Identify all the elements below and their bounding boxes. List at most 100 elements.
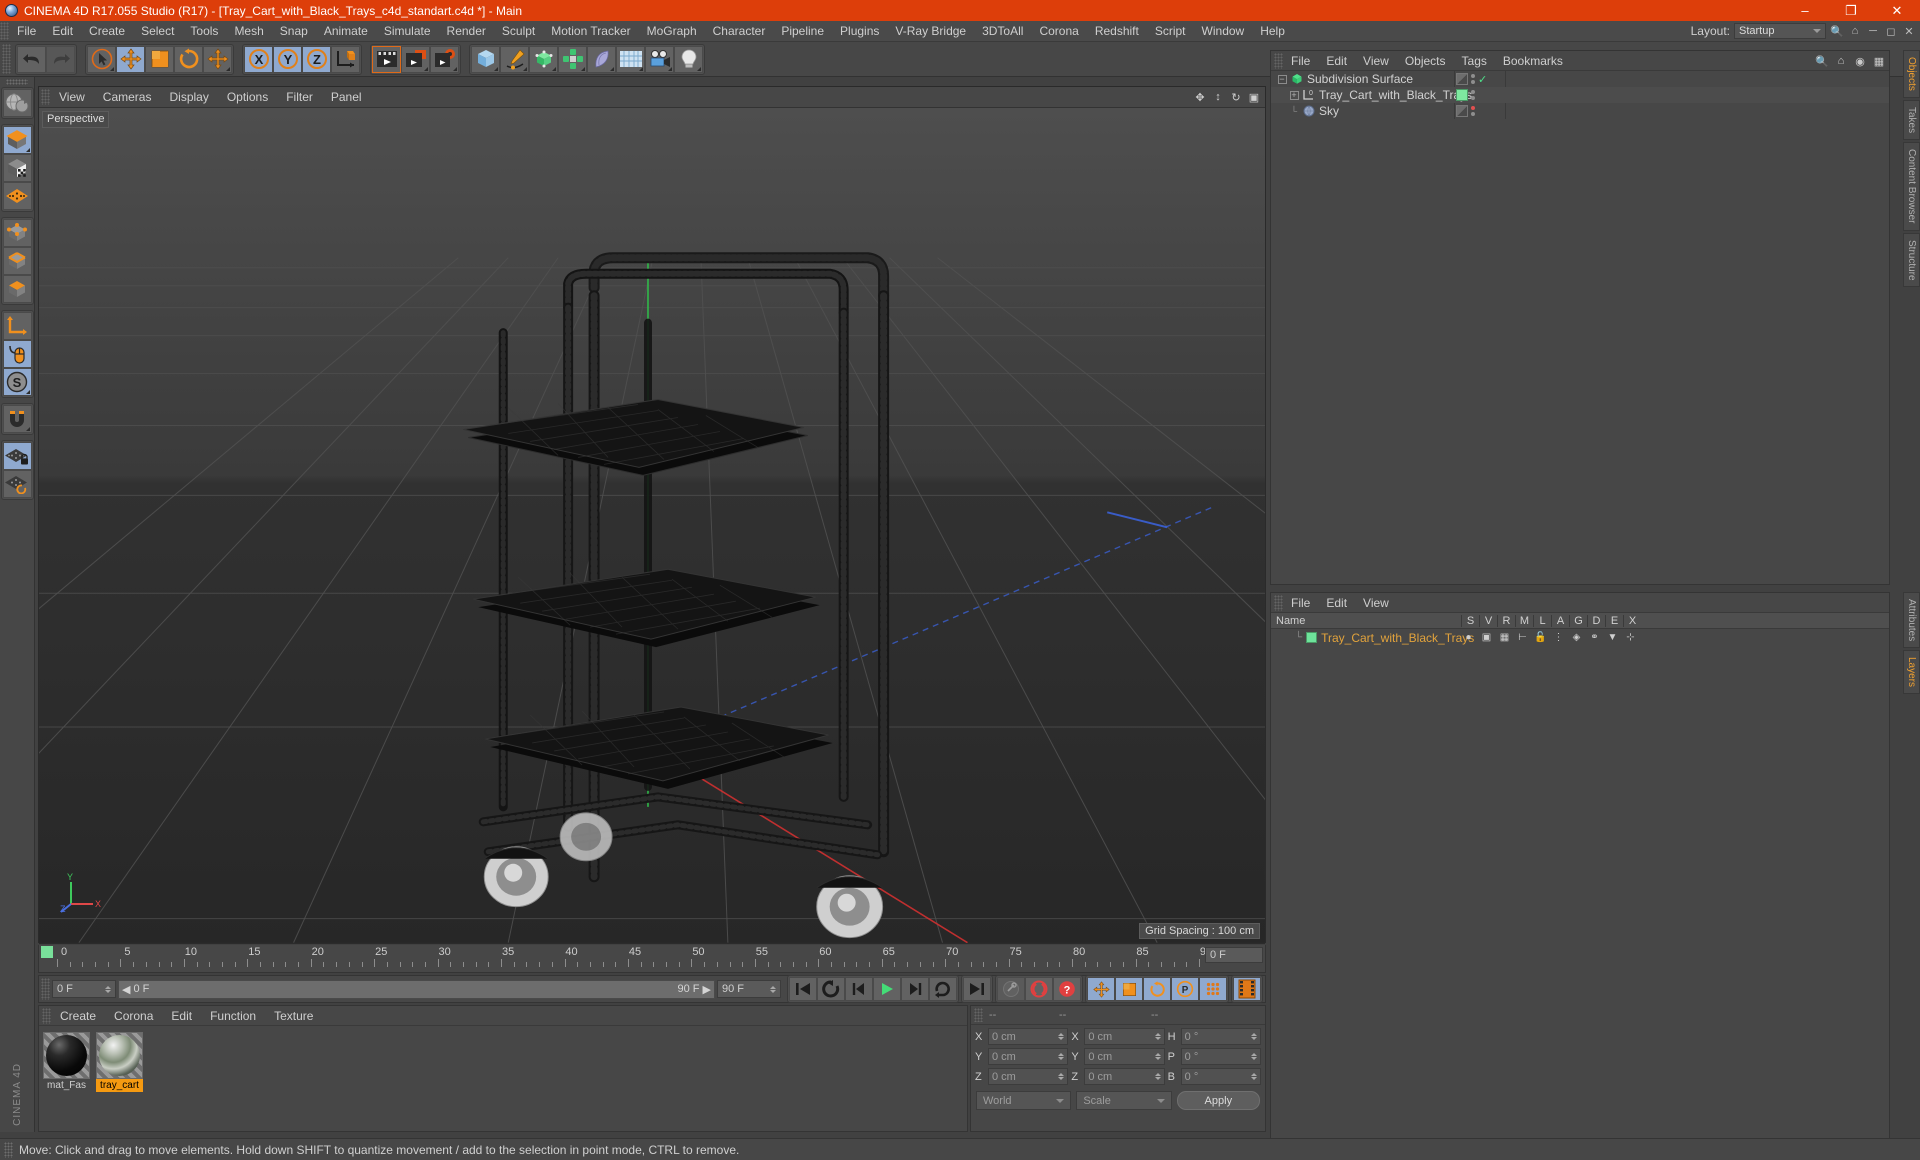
render-view-button[interactable]: [372, 45, 401, 73]
size-x-input[interactable]: 0 cm: [1084, 1028, 1165, 1045]
status-bar-grip[interactable]: [4, 1141, 13, 1158]
live-selection-tool[interactable]: [87, 45, 116, 73]
maximize-button[interactable]: ❐: [1828, 0, 1874, 21]
viewport-menu-cameras[interactable]: Cameras: [94, 87, 161, 108]
layer-menu-file[interactable]: File: [1283, 593, 1318, 613]
material-tag-icon[interactable]: [1456, 89, 1468, 101]
menu-item-character[interactable]: Character: [705, 21, 774, 42]
world-coordinate-system-button[interactable]: [331, 45, 360, 73]
material-thumbnail[interactable]: [96, 1032, 143, 1079]
right-tab-attributes[interactable]: Attributes: [1903, 592, 1920, 649]
material-menu-function[interactable]: Function: [201, 1006, 265, 1026]
size-y-input[interactable]: 0 cm: [1084, 1048, 1165, 1065]
viewport-menu-display[interactable]: Display: [160, 87, 217, 108]
undo-button[interactable]: [17, 45, 46, 73]
coordinate-system-select[interactable]: World: [976, 1091, 1072, 1110]
search-icon[interactable]: 🔍: [1815, 54, 1829, 68]
menu-item-plugins[interactable]: Plugins: [832, 21, 887, 42]
viewport-menu-filter[interactable]: Filter: [277, 87, 322, 108]
scale-key-button[interactable]: [1115, 977, 1143, 1001]
object-name[interactable]: Sky: [1319, 104, 1339, 118]
point-level-animation-button[interactable]: [1199, 977, 1227, 1001]
stepper[interactable]: [1247, 1053, 1257, 1060]
deformers-flag-icon[interactable]: ⚭: [1587, 632, 1602, 643]
layer-name[interactable]: Tray_Cart_with_Black_Trays: [1321, 631, 1474, 645]
rotation-p-input[interactable]: 0 °: [1180, 1048, 1261, 1065]
object-menu-objects[interactable]: Objects: [1397, 51, 1454, 71]
close-button[interactable]: ✕: [1874, 0, 1920, 21]
rotation-h-input[interactable]: 0 °: [1180, 1028, 1261, 1045]
add-environment-button[interactable]: [616, 45, 645, 73]
maximize-panel-icon[interactable]: ◻: [1884, 24, 1898, 38]
coordinate-mode-select[interactable]: Scale: [1076, 1091, 1172, 1110]
maximize-view-icon[interactable]: ▣: [1247, 90, 1261, 104]
menu-item-render[interactable]: Render: [439, 21, 494, 42]
undo-view-button[interactable]: [2, 89, 32, 117]
menu-item-sculpt[interactable]: Sculpt: [494, 21, 543, 42]
stepper[interactable]: [1054, 1033, 1065, 1040]
viewport-menu-options[interactable]: Options: [218, 87, 277, 108]
viewport-menu-view[interactable]: View: [50, 87, 94, 108]
layer-menu-view[interactable]: View: [1355, 593, 1397, 613]
layer-menu-edit[interactable]: Edit: [1318, 593, 1355, 613]
right-tab-structure[interactable]: Structure: [1903, 232, 1920, 288]
layer-row[interactable]: └ Tray_Cart_with_Black_Trays ● ▣ ▦ ⊢ 🔓 ⋮ ◈ ⚭ ▼ ⊹: [1271, 629, 1889, 646]
xref-flag-icon[interactable]: ⊹: [1623, 632, 1638, 643]
layer-column-d[interactable]: D: [1587, 614, 1605, 627]
previous-frame-button[interactable]: [845, 977, 873, 1001]
eye-icon[interactable]: ◉: [1853, 54, 1867, 68]
enable-snap-button[interactable]: [2, 405, 32, 433]
render-toggle-icon[interactable]: [1456, 105, 1468, 117]
home-icon[interactable]: ⌂: [1834, 54, 1848, 68]
object-axis-mode-button[interactable]: [2, 312, 32, 340]
transport-grip[interactable]: [41, 978, 50, 1000]
object-menu-tags[interactable]: Tags: [1454, 51, 1495, 71]
edges-mode-button[interactable]: [2, 247, 32, 275]
soft-selection-button[interactable]: S: [2, 368, 32, 396]
solo-flag-icon[interactable]: ●: [1461, 632, 1476, 643]
autokeying-button[interactable]: [1025, 977, 1053, 1001]
move-tool[interactable]: [116, 45, 145, 73]
menu-item-simulate[interactable]: Simulate: [376, 21, 439, 42]
points-mode-button[interactable]: [2, 219, 32, 247]
add-light-button[interactable]: [674, 45, 703, 73]
home-icon[interactable]: ⌂: [1848, 24, 1862, 38]
size-z-input[interactable]: 0 cm: [1084, 1068, 1165, 1085]
material-menu-edit[interactable]: Edit: [162, 1006, 201, 1026]
next-frame-button[interactable]: [901, 977, 929, 1001]
lock-y-axis-button[interactable]: Y: [273, 45, 302, 73]
lock-workplane-button[interactable]: [2, 442, 32, 470]
object-tree[interactable]: − Subdivision Surface ✓ +0 Tray_Cart_with_Bl…: [1271, 71, 1889, 119]
object-manager-grip[interactable]: [1274, 52, 1283, 69]
object-name[interactable]: Subdivision Surface: [1307, 72, 1413, 86]
lock-z-axis-button[interactable]: Z: [302, 45, 331, 73]
object-row[interactable]: − Subdivision Surface ✓: [1271, 71, 1889, 87]
right-tab-layers[interactable]: Layers: [1903, 650, 1920, 695]
visible-flag-icon[interactable]: ▣: [1479, 632, 1494, 643]
search-icon[interactable]: 🔍: [1830, 24, 1844, 38]
go-to-end-button[interactable]: [963, 977, 991, 1001]
visibility-dots-icon[interactable]: [1471, 106, 1475, 116]
texture-mode-button[interactable]: [2, 154, 32, 182]
right-tab-takes[interactable]: Takes: [1903, 99, 1920, 141]
object-row[interactable]: +0 Tray_Cart_with_Black_Trays: [1271, 87, 1889, 103]
minimize-button[interactable]: –: [1782, 0, 1828, 21]
menu-item-help[interactable]: Help: [1252, 21, 1293, 42]
menu-item-snap[interactable]: Snap: [272, 21, 316, 42]
position-key-button[interactable]: [1087, 977, 1115, 1001]
material-name[interactable]: tray_cart: [96, 1079, 143, 1092]
material-manager-grip[interactable]: [42, 1007, 51, 1024]
layer-column-m[interactable]: M: [1515, 614, 1533, 627]
layer-manager-grip[interactable]: [1274, 594, 1283, 611]
left-palette-grip[interactable]: [6, 79, 28, 85]
position-x-input[interactable]: 0 cm: [988, 1028, 1069, 1045]
menu-grip[interactable]: [0, 22, 9, 40]
right-tab-objects[interactable]: Objects: [1903, 50, 1920, 98]
render-to-picture-viewer-button[interactable]: [401, 45, 430, 73]
menu-item-animate[interactable]: Animate: [316, 21, 376, 42]
right-tab-content-browser[interactable]: Content Browser: [1903, 142, 1920, 231]
lock-x-axis-button[interactable]: X: [244, 45, 273, 73]
loop-button[interactable]: [929, 977, 957, 1001]
record-active-objects-button[interactable]: [997, 977, 1025, 1001]
object-menu-edit[interactable]: Edit: [1318, 51, 1355, 71]
